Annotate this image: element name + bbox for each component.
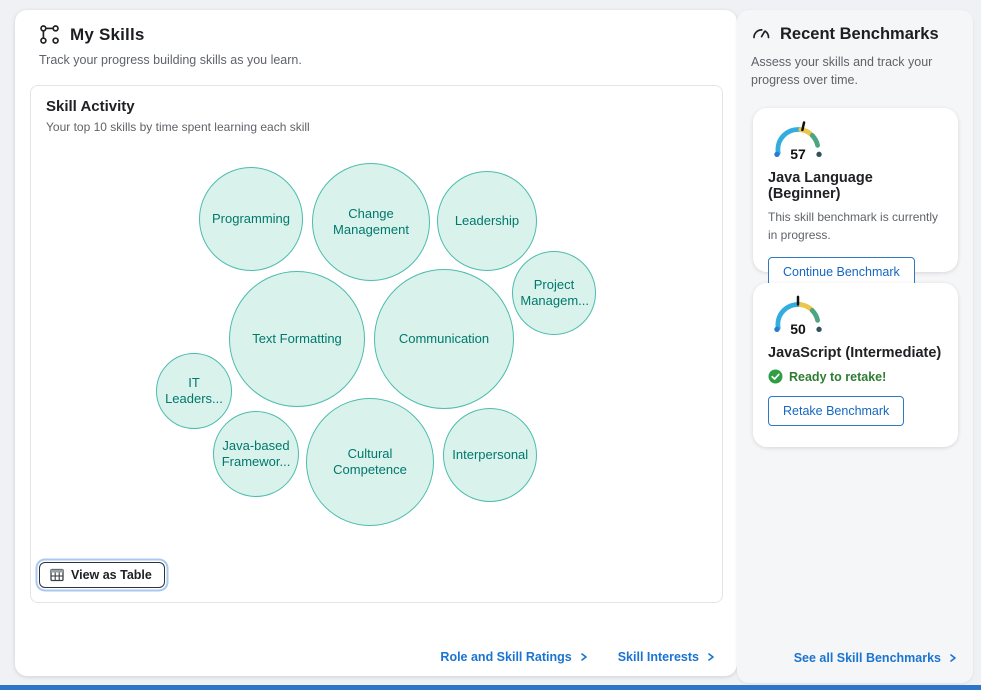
skill-bubble-label: Change Management [323, 206, 418, 239]
view-as-table-label: View as Table [71, 568, 152, 582]
skill-bubble-label: Project Managem... [520, 277, 587, 310]
speedometer-icon [751, 24, 771, 44]
benchmarks-title: Recent Benchmarks [780, 25, 939, 44]
skill-bubble-label: Programming [209, 211, 293, 227]
benchmark-description: This skill benchmark is currently in pro… [768, 208, 948, 244]
benchmarks-subtitle: Assess your skills and track your progre… [751, 53, 951, 89]
skill-bubble-label: IT Leaders... [164, 375, 225, 408]
my-skills-footer-links: Role and Skill Ratings Skill Interests [440, 650, 715, 664]
skill-bubble[interactable]: Cultural Competence [306, 398, 434, 526]
page-subtitle: Track your progress building skills as y… [39, 53, 713, 67]
link-label: Role and Skill Ratings [440, 650, 571, 664]
skill-activity-card: Skill Activity Your top 10 skills by tim… [30, 85, 723, 603]
skill-bubble[interactable]: Communication [374, 269, 514, 409]
bottom-accent-bar [0, 685, 981, 690]
skill-bubble-label: Communication [387, 331, 500, 347]
page-title: My Skills [70, 25, 145, 45]
skill-bubble-label: Cultural Competence [318, 446, 421, 479]
recent-benchmarks-panel: Recent Benchmarks Assess your skills and… [737, 10, 973, 683]
skill-bubble[interactable]: Programming [199, 167, 303, 271]
skills-schema-icon [39, 24, 60, 45]
table-icon [50, 568, 64, 582]
benchmark-card-javascript: 50 JavaScript (Intermediate) Ready to re… [753, 283, 958, 447]
role-and-skill-ratings-link[interactable]: Role and Skill Ratings [440, 650, 587, 664]
skill-bubble[interactable]: IT Leaders... [156, 353, 232, 429]
skill-bubble-label: Interpersonal [452, 447, 527, 463]
benchmark-score: 57 [768, 146, 828, 162]
skill-bubble-label: Leadership [447, 213, 527, 229]
skill-bubble[interactable]: Java-based Framewor... [213, 411, 299, 497]
skill-bubble-chart: Programming Change Management Leadership Pr… [31, 86, 724, 604]
skill-bubble[interactable]: Interpersonal [443, 408, 537, 502]
my-skills-panel: My Skills Track your progress building s… [15, 10, 737, 676]
benchmark-title: Java Language (Beginner) [768, 170, 943, 202]
skill-interests-link[interactable]: Skill Interests [618, 650, 715, 664]
link-label: Skill Interests [618, 650, 699, 664]
my-skills-header: My Skills Track your progress building s… [15, 10, 737, 67]
link-label: See all Skill Benchmarks [794, 651, 941, 665]
skill-bubble-label: Text Formatting [242, 331, 352, 347]
gauge-icon: 50 [768, 293, 828, 337]
skill-bubble[interactable]: Leadership [437, 171, 537, 271]
benchmarks-header: Recent Benchmarks Assess your skills and… [737, 10, 973, 89]
benchmark-card-java: 57 Java Language (Beginner) This skill b… [753, 108, 958, 272]
view-as-table-button[interactable]: View as Table [39, 562, 165, 588]
benchmark-status-label: Ready to retake! [789, 370, 886, 384]
skill-bubble[interactable]: Change Management [312, 163, 430, 281]
skill-bubble-label: Java-based Framewor... [222, 438, 291, 471]
chevron-right-icon [949, 654, 957, 662]
chevron-right-icon [707, 653, 715, 661]
skill-bubble[interactable]: Text Formatting [229, 271, 365, 407]
skill-bubble[interactable]: Project Managem... [512, 251, 596, 335]
benchmark-score: 50 [768, 321, 828, 337]
benchmark-status: Ready to retake! [768, 369, 943, 384]
benchmark-title: JavaScript (Intermediate) [768, 345, 943, 361]
see-all-benchmarks-link[interactable]: See all Skill Benchmarks [794, 651, 957, 665]
chevron-right-icon [580, 653, 588, 661]
retake-benchmark-button[interactable]: Retake Benchmark [768, 396, 904, 426]
check-circle-icon [768, 369, 783, 384]
gauge-icon: 57 [768, 118, 828, 162]
